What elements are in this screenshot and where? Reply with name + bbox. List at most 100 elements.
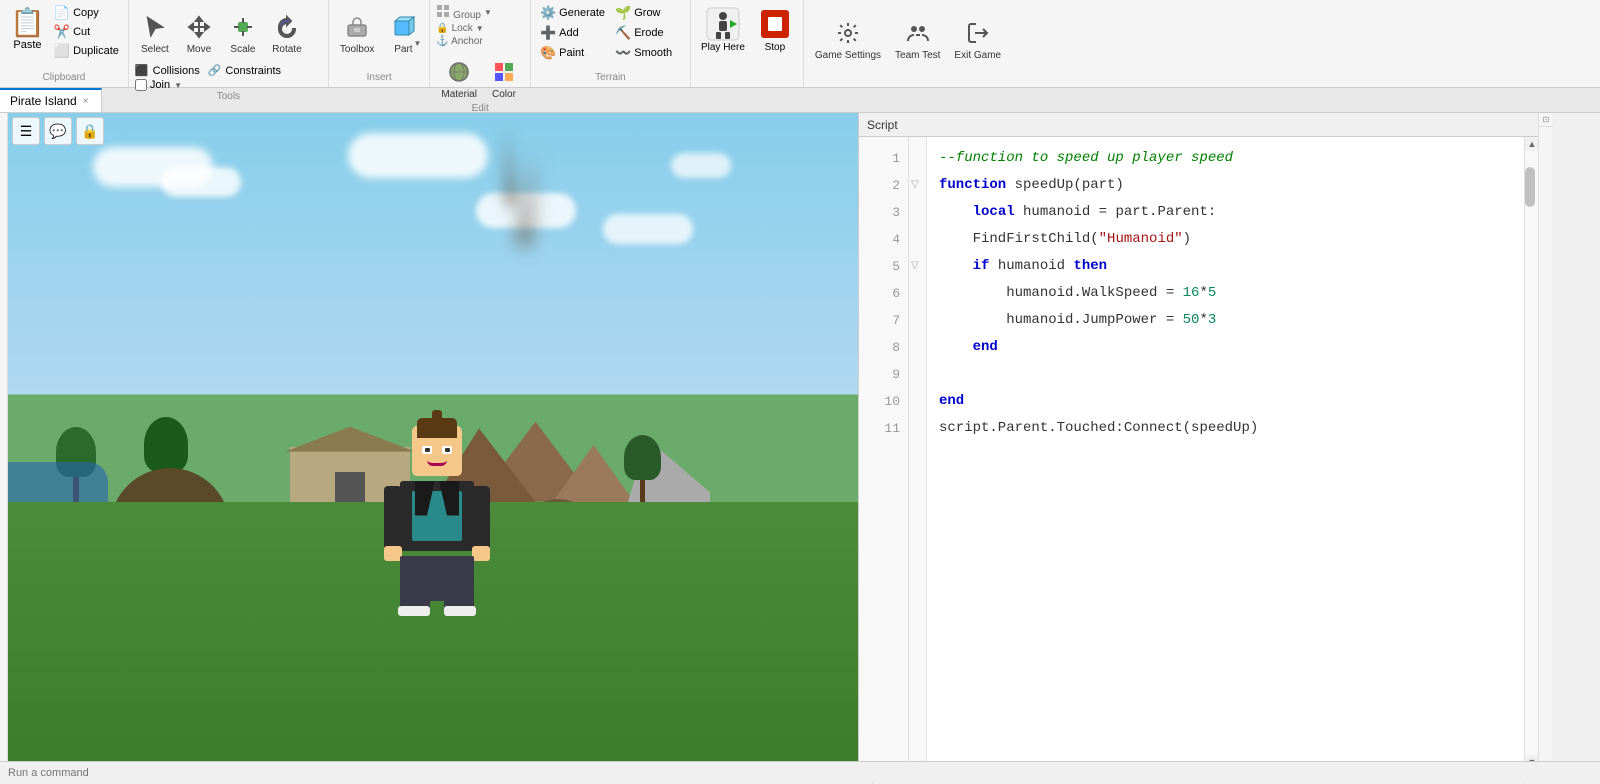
exit-game-label: Exit Game [954,50,1001,61]
generate-label: Generate [559,7,605,19]
right-section: Game Settings Team Test Exit Game [804,0,1012,87]
right-strip-top[interactable]: ⊡ [1539,113,1553,127]
move-label: Move [187,44,211,55]
character [382,426,492,616]
terrain-section-label: Terrain [537,72,684,83]
group-label[interactable]: Group [436,4,481,21]
code-area[interactable]: --function to speed up player speed func… [927,137,1524,769]
stop-button[interactable]: Stop [753,4,797,55]
script-body: 1 2 3 4 5 6 7 8 9 10 11 ▽ [859,137,1524,769]
lock-label[interactable]: 🔒 Lock [436,23,472,34]
part-button[interactable]: Part ▼ [383,4,423,62]
erode-button[interactable]: ⛏️ Erode [612,24,675,42]
viewport-lock-icon[interactable]: 🔒 [76,117,104,145]
script-scrollbar-v[interactable]: ▲ ▼ [1524,137,1538,769]
smooth-label: Smooth [634,47,672,59]
main-content: ☰ 💬 🔒 [0,113,1600,783]
paint-button[interactable]: 🎨 Paint [537,44,608,62]
toolbox-label: Toolbox [340,44,374,55]
line-numbers: 1 2 3 4 5 6 7 8 9 10 11 [859,137,909,769]
left-sidebar [0,113,8,783]
script-header-label: Script [867,118,898,132]
edit-section: Group ▼ 🔒 Lock ▼ ⚓ Anchor [430,0,531,87]
game-settings-button[interactable]: Game Settings [810,4,886,74]
fold-arrows: ▽ ▽ [909,137,927,769]
select-button[interactable]: Select [135,4,175,62]
part-dropdown-arrow[interactable]: ▼ [413,39,421,48]
color-label: Color [492,89,516,100]
generate-button[interactable]: ⚙️ Generate [537,4,608,22]
toolbar: 📋 Paste 📄 Copy ✂️ Cut ⬜ Duplicate Clipb [0,0,1600,88]
right-strip: ⊡ ⊡ [1538,113,1552,783]
viewport-tab[interactable]: Pirate Island × [0,88,102,112]
rotate-label: Rotate [272,44,301,55]
code-line-2: function speedUp(part) [939,172,1512,199]
play-here-button[interactable]: Play Here [697,4,749,55]
join-label[interactable]: Join [150,79,170,91]
play-section: Play Here Stop [691,0,804,87]
material-label: Material [441,89,477,100]
anchor-label[interactable]: ⚓ Anchor [436,36,482,47]
color-button[interactable]: Color [484,53,524,103]
code-line-1: --function to speed up player speed [939,145,1512,172]
clipboard-section-label: Clipboard [6,72,122,83]
code-line-8: end [939,334,1512,361]
terrain-section: ⚙️ Generate ➕ Add 🎨 Paint 🌱 Grow [531,0,691,87]
tab-label: Pirate Island [10,94,77,108]
play-here-label: Play Here [701,42,745,53]
lock-dropdown-arrow[interactable]: ▼ [476,24,484,33]
group-dropdown-arrow[interactable]: ▼ [484,8,492,17]
code-line-4: FindFirstChild("Humanoid") [939,226,1512,253]
code-line-3: local humanoid = part.Parent: [939,199,1512,226]
scale-label: Scale [230,44,255,55]
tab-close-button[interactable]: × [81,96,91,107]
command-input[interactable] [8,767,208,779]
game-settings-label: Game Settings [815,50,881,61]
team-test-button[interactable]: Team Test [890,4,945,74]
grow-button[interactable]: 🌱 Grow [612,4,675,22]
smooth-button[interactable]: 〰️ Smooth [612,44,675,62]
scroll-thumb[interactable] [1525,167,1535,207]
code-line-5: if humanoid then [939,253,1512,280]
insert-section: Toolbox Part ▼ Insert [329,0,430,87]
tools-section-label: Tools [135,91,322,102]
scale-button[interactable]: Scale [223,4,263,62]
duplicate-button[interactable]: ⬜ Duplicate [51,42,122,60]
move-button[interactable]: Move [179,4,219,62]
select-label: Select [141,44,169,55]
script-panel-header: Script [859,113,1538,137]
add-button[interactable]: ➕ Add [537,24,608,42]
constraints-button[interactable]: Constraints [225,65,281,77]
viewport[interactable]: ☰ 💬 🔒 [8,113,858,783]
rotate-button[interactable]: Rotate [267,4,307,62]
tools-section: Select Move [129,0,329,87]
clipboard-section: 📋 Paste 📄 Copy ✂️ Cut ⬜ Duplicate Clipb [0,0,129,87]
fold-arrow-2[interactable]: ▽ [909,172,926,199]
material-button[interactable]: Material [436,53,482,103]
add-label: Add [559,27,579,39]
code-line-11: script.Parent.Touched:Connect(speedUp) [939,415,1512,442]
code-line-10: end [939,388,1512,415]
scroll-up-arrow[interactable]: ▲ [1525,137,1538,151]
viewport-chat-icon[interactable]: 💬 [44,117,72,145]
part-label: Part [394,44,412,55]
toolbox-button[interactable]: Toolbox [335,4,379,62]
paste-button[interactable]: 📋 Paste [6,4,49,60]
code-line-7: humanoid.JumpPower = 50*3 [939,307,1512,334]
exit-game-button[interactable]: Exit Game [949,4,1006,74]
join-dropdown-arrow[interactable]: ▼ [174,81,182,90]
team-test-label: Team Test [895,50,940,61]
copy-label: Copy [73,7,99,19]
code-line-6: humanoid.WalkSpeed = 16*5 [939,280,1512,307]
bottom-bar [0,761,1600,783]
insert-section-label: Insert [335,72,423,83]
join-checkbox[interactable] [135,79,147,91]
cut-button[interactable]: ✂️ Cut [51,23,122,41]
collisions-button[interactable]: Collisions [153,65,200,77]
viewport-toolbar: ☰ 💬 🔒 [12,117,104,145]
code-line-9 [939,361,1512,388]
copy-button[interactable]: 📄 Copy [51,4,122,22]
fold-arrow-5[interactable]: ▽ [909,253,926,280]
viewport-menu-icon[interactable]: ☰ [12,117,40,145]
duplicate-label: Duplicate [73,45,119,57]
